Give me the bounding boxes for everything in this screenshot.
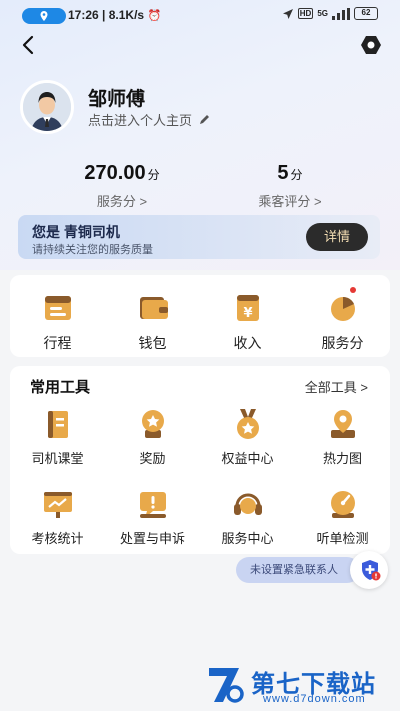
- watermark-url: www.d7down.com: [263, 693, 366, 705]
- quick-action-wallet[interactable]: 钱包: [105, 289, 200, 353]
- settings-hexagon-icon[interactable]: [360, 34, 382, 56]
- network-speed: 8.1K/s: [108, 8, 145, 22]
- tool-reward-label: 奖励: [139, 451, 166, 466]
- quick-action-trip-label: 行程: [43, 335, 72, 351]
- tool-heatmap[interactable]: 热力图: [295, 406, 390, 467]
- quick-action-wallet-label: 钱包: [138, 335, 167, 351]
- back-arrow-icon[interactable]: [18, 34, 40, 56]
- driver-avatar-icon: [23, 83, 71, 131]
- tool-driver-classroom[interactable]: 司机课堂: [10, 406, 105, 467]
- tool-service-center-label: 服务中心: [221, 531, 274, 546]
- quick-action-income-label: 收入: [233, 335, 262, 351]
- driver-level-title: 您是 青铜司机: [32, 224, 120, 240]
- tool-reward[interactable]: 奖励: [105, 406, 200, 467]
- profile-link[interactable]: 点击进入个人主页: [88, 110, 210, 129]
- service-score-unit: 分: [147, 168, 160, 182]
- appeal-icon: [139, 492, 166, 518]
- quick-action-income[interactable]: ¥ 收入: [200, 289, 295, 353]
- tool-benefits-center[interactable]: 权益中心: [200, 406, 295, 467]
- stats-icon: [43, 492, 72, 518]
- driver-name[interactable]: 邹师傅: [88, 84, 145, 111]
- passenger-rating-value: 5: [277, 162, 289, 184]
- quick-action-trip[interactable]: 行程: [10, 289, 105, 353]
- tool-assessment-stats[interactable]: 考核统计: [10, 486, 105, 547]
- watermark-logo-icon: [209, 668, 244, 703]
- heatmap-icon: [330, 410, 355, 438]
- passenger-rating-label: 乘客评分 >: [258, 194, 322, 209]
- alarm-icon: ⏰: [147, 10, 162, 22]
- classroom-icon: [47, 411, 68, 438]
- common-tools-heading: 常用工具: [30, 379, 91, 396]
- network-type: 5G: [317, 9, 328, 18]
- shield-icon: [362, 560, 381, 581]
- tool-assessment-stats-label: 考核统计: [31, 531, 84, 546]
- common-tools-card: 常用工具 全部工具 > 司机课堂 奖励 权益中心 热力图 考核统计 处置与申诉: [10, 366, 390, 554]
- battery-icon: 62: [354, 7, 378, 20]
- status-bar: 17:26 | 8.1K/s ⏰ HD 5G 62: [0, 0, 400, 30]
- quick-action-service-score-label: 服务分: [321, 335, 364, 351]
- quick-actions-card: 行程 钱包 ¥ 收入 服务分: [10, 275, 390, 357]
- quick-action-service-score[interactable]: 服务分: [295, 287, 390, 353]
- service-score-stat[interactable]: 270.00 分 服务分 >: [52, 162, 192, 210]
- tool-driver-classroom-label: 司机课堂: [31, 451, 84, 466]
- svg-text:¥: ¥: [243, 306, 252, 321]
- tool-heatmap-label: 热力图: [322, 451, 362, 466]
- tool-appeal-label: 处置与申诉: [119, 531, 185, 546]
- location-indicator: [22, 8, 66, 24]
- signal-icon: [332, 7, 350, 20]
- income-icon: ¥: [236, 295, 259, 321]
- passenger-rating-unit: 分: [290, 168, 303, 182]
- all-tools-link[interactable]: 全部工具 >: [305, 377, 368, 396]
- battery-level: 62: [361, 8, 371, 17]
- safety-shield-button[interactable]: [350, 551, 388, 589]
- edit-pencil-icon: [200, 114, 210, 124]
- tool-benefits-center-label: 权益中心: [221, 451, 274, 466]
- headset-icon: [233, 493, 262, 515]
- driver-level-subtitle: 请持续关注您的服务质量: [32, 244, 153, 256]
- benefits-icon: [236, 409, 259, 439]
- service-score-value: 270.00: [84, 162, 146, 184]
- reward-icon: [141, 410, 164, 438]
- avatar[interactable]: [20, 80, 74, 134]
- trip-icon: [44, 296, 71, 320]
- passenger-rating-stat[interactable]: 5分 乘客评分 >: [220, 162, 360, 210]
- hd-icon: HD: [297, 8, 314, 19]
- location-pin-icon: [40, 11, 48, 21]
- tool-service-center[interactable]: 服务中心: [200, 486, 295, 547]
- details-button[interactable]: 详情: [306, 223, 368, 251]
- wallet-icon: [139, 297, 168, 319]
- driver-level-card: 您是 青铜司机 请持续关注您的服务质量 详情: [18, 215, 380, 259]
- tool-order-detection-label: 听单检测: [316, 531, 369, 546]
- service-score-label: 服务分 >: [96, 194, 148, 209]
- service-score-icon: [330, 296, 355, 321]
- navigation-arrow-icon: [282, 8, 293, 19]
- tool-appeal[interactable]: 处置与申诉: [105, 486, 200, 547]
- emergency-contact-prompt[interactable]: 未设置紧急联系人: [236, 557, 360, 583]
- profile-link-label: 点击进入个人主页: [88, 113, 193, 128]
- site-watermark: 第七下载站 www.d7down.com: [205, 660, 395, 710]
- clock-text: 17:26: [68, 8, 99, 22]
- gauge-icon: [330, 491, 355, 518]
- tool-order-detection[interactable]: 听单检测: [295, 486, 390, 547]
